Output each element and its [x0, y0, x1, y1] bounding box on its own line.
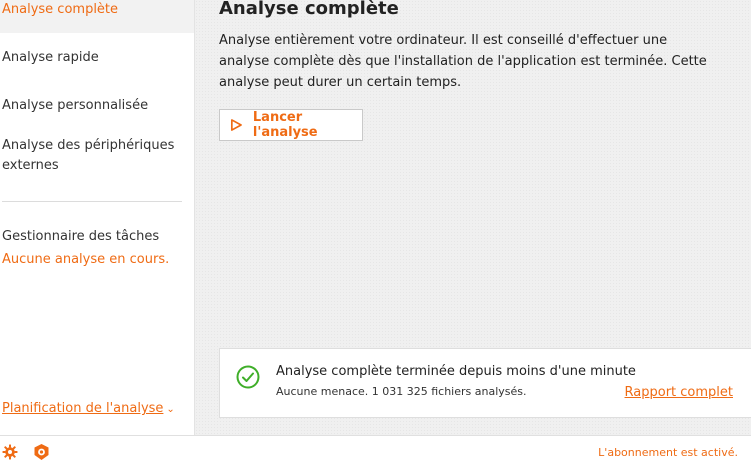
sidebar-item-label: Analyse des périphériques externes [2, 138, 175, 173]
sidebar-divider [2, 201, 182, 202]
sidebar-item-label: Analyse complète [2, 2, 119, 17]
task-manager-link[interactable]: Gestionnaire des tâches [2, 229, 159, 244]
sidebar: Analyse complète Analyse rapide Analyse … [0, 0, 195, 435]
subscription-status: L'abonnement est activé. [598, 446, 738, 459]
chevron-down-icon: ⌄ [166, 404, 175, 415]
brand-logo-icon[interactable] [33, 443, 50, 461]
sidebar-item-label: Analyse personnalisée [2, 98, 149, 113]
play-icon [231, 119, 242, 131]
scan-result-summary: Aucune menace. 1 031 325 fichiers analys… [276, 385, 527, 398]
gear-icon[interactable] [2, 444, 18, 460]
schedule-scan-label: Planification de l'analyse [2, 401, 164, 416]
schedule-scan-link[interactable]: Planification de l'analyse ⌄ [2, 401, 175, 416]
footer-bar: L'abonnement est activé. [0, 435, 751, 470]
page-title: Analyse complète [219, 0, 399, 19]
sidebar-item-external-devices-scan[interactable]: Analyse des périphériques externes [0, 136, 175, 176]
launch-scan-label: Lancer l'analyse [252, 110, 318, 140]
launch-scan-button[interactable]: Lancer l'analyse [219, 109, 363, 141]
scan-description: Analyse entièrement votre ordinateur. Il… [219, 33, 707, 90]
main-panel: Analyse complète Analyse entièrement vot… [195, 0, 751, 435]
full-report-link[interactable]: Rapport complet [625, 385, 733, 400]
check-circle-icon [236, 365, 260, 389]
sidebar-item-custom-scan[interactable]: Analyse personnalisée [0, 96, 194, 116]
sidebar-item-full-scan[interactable]: Analyse complète [0, 0, 194, 33]
scan-result-card: Analyse complète terminée depuis moins d… [219, 348, 751, 418]
sidebar-item-label: Analyse rapide [2, 50, 99, 65]
sidebar-item-quick-scan[interactable]: Analyse rapide [0, 48, 194, 68]
scan-result-title: Analyse complète terminée depuis moins d… [276, 364, 636, 379]
task-manager-status: Aucune analyse en cours. [2, 252, 170, 267]
